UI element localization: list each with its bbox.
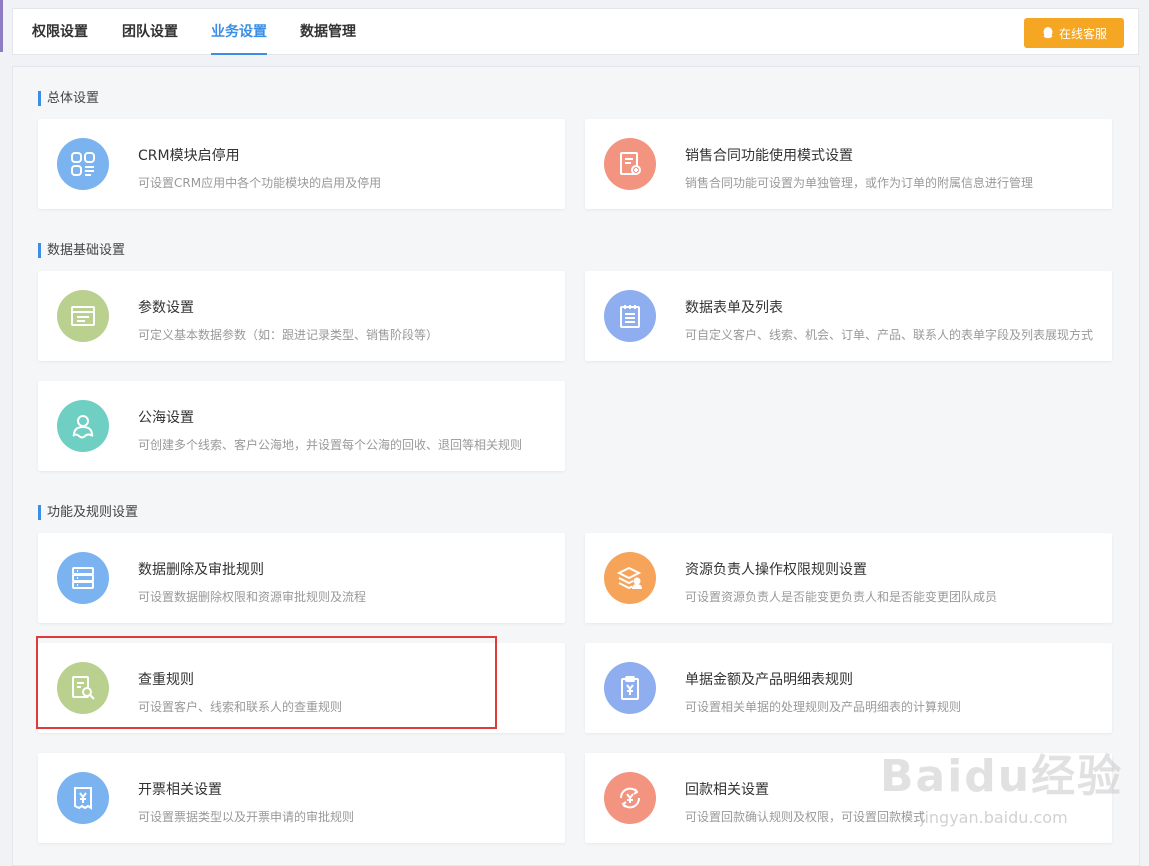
tab-data-management[interactable]: 数据管理 — [300, 9, 356, 55]
card-forms[interactable]: 数据表单及列表 可自定义客户、线索、机会、订单、产品、联系人的表单字段及列表展现… — [585, 271, 1112, 361]
card-description: 销售合同功能可设置为单独管理，或作为订单的附属信息进行管理 — [685, 176, 1034, 190]
section-title-general: 总体设置 — [38, 91, 99, 106]
section-title-features: 功能及规则设置 — [38, 505, 138, 520]
card-title: CRM模块启停用 — [138, 148, 240, 164]
top-navigation: 权限设置 团队设置 业务设置 数据管理 在线客服 — [12, 8, 1139, 55]
clipboard-list-icon — [604, 290, 656, 342]
card-description: 可自定义客户、线索、机会、订单、产品、联系人的表单字段及列表展现方式 — [685, 328, 1094, 342]
card-description: 可设置相关单据的处理规则及产品明细表的计算规则 — [685, 700, 962, 714]
qq-icon — [1043, 27, 1053, 39]
card-description: 可设置票据类型以及开票申请的审批规则 — [138, 810, 355, 824]
person-sea-icon — [57, 400, 109, 452]
card-dedup[interactable]: 查重规则 可设置客户、线索和联系人的查重规则 — [38, 643, 565, 733]
card-title: 数据表单及列表 — [685, 300, 783, 316]
card-title: 开票相关设置 — [138, 782, 222, 798]
card-title: 参数设置 — [138, 300, 194, 316]
card-payment[interactable]: 回款相关设置 可设置回款确认规则及权限，可设置回款模式 — [585, 753, 1112, 843]
card-contract-mode[interactable]: 销售合同功能使用模式设置 销售合同功能可设置为单独管理，或作为订单的附属信息进行… — [585, 119, 1112, 209]
card-delete-approval[interactable]: 数据删除及审批规则 可设置数据删除权限和资源审批规则及流程 — [38, 533, 565, 623]
card-title: 回款相关设置 — [685, 782, 769, 798]
card-description: 可设置数据删除权限和资源审批规则及流程 — [138, 590, 367, 604]
card-description: 可定义基本数据参数（如：跟进记录类型、销售阶段等） — [138, 328, 439, 342]
card-description: 可设置客户、线索和联系人的查重规则 — [138, 700, 343, 714]
card-params[interactable]: 参数设置 可定义基本数据参数（如：跟进记录类型、销售阶段等） — [38, 271, 565, 361]
card-owner-permission[interactable]: 资源负责人操作权限规则设置 可设置资源负责人是否能变更负责人和是否能变更团队成员 — [585, 533, 1112, 623]
card-title: 公海设置 — [138, 410, 194, 426]
card-amount-rules[interactable]: 单据金额及产品明细表规则 可设置相关单据的处理规则及产品明细表的计算规则 — [585, 643, 1112, 733]
card-title: 单据金额及产品明细表规则 — [685, 672, 853, 688]
tab-team[interactable]: 团队设置 — [122, 9, 178, 55]
card-description: 可设置CRM应用中各个功能模块的启用及停用 — [138, 176, 382, 190]
layers-person-icon — [604, 552, 656, 604]
document-search-icon — [57, 662, 109, 714]
card-pool[interactable]: 公海设置 可创建多个线索、客户公海地，并设置每个公海的回收、退回等相关规则 — [38, 381, 565, 471]
yen-cycle-icon — [604, 772, 656, 824]
card-description: 可创建多个线索、客户公海地，并设置每个公海的回收、退回等相关规则 — [138, 438, 523, 452]
tab-business[interactable]: 业务设置 — [211, 9, 267, 55]
section-title-data-base: 数据基础设置 — [38, 243, 125, 258]
contract-document-icon — [604, 138, 656, 190]
parameter-window-icon — [57, 290, 109, 342]
card-title: 销售合同功能使用模式设置 — [685, 148, 853, 164]
card-crm-module[interactable]: CRM模块启停用 可设置CRM应用中各个功能模块的启用及停用 — [38, 119, 565, 209]
card-title: 资源负责人操作权限规则设置 — [685, 562, 867, 578]
yen-clipboard-icon — [604, 662, 656, 714]
card-title: 查重规则 — [138, 672, 194, 688]
card-title: 数据删除及审批规则 — [138, 562, 264, 578]
tab-permissions[interactable]: 权限设置 — [32, 9, 88, 55]
card-description: 可设置回款确认规则及权限，可设置回款模式 — [685, 810, 926, 824]
invoice-yen-icon — [57, 772, 109, 824]
card-description: 可设置资源负责人是否能变更负责人和是否能变更团队成员 — [685, 590, 998, 604]
card-invoice[interactable]: 开票相关设置 可设置票据类型以及开票申请的审批规则 — [38, 753, 565, 843]
left-accent-bar — [0, 0, 3, 52]
database-stack-icon — [57, 552, 109, 604]
online-service-label: 在线客服 — [1058, 26, 1107, 41]
online-service-button[interactable]: 在线客服 — [1024, 18, 1124, 48]
module-grid-icon — [57, 138, 109, 190]
